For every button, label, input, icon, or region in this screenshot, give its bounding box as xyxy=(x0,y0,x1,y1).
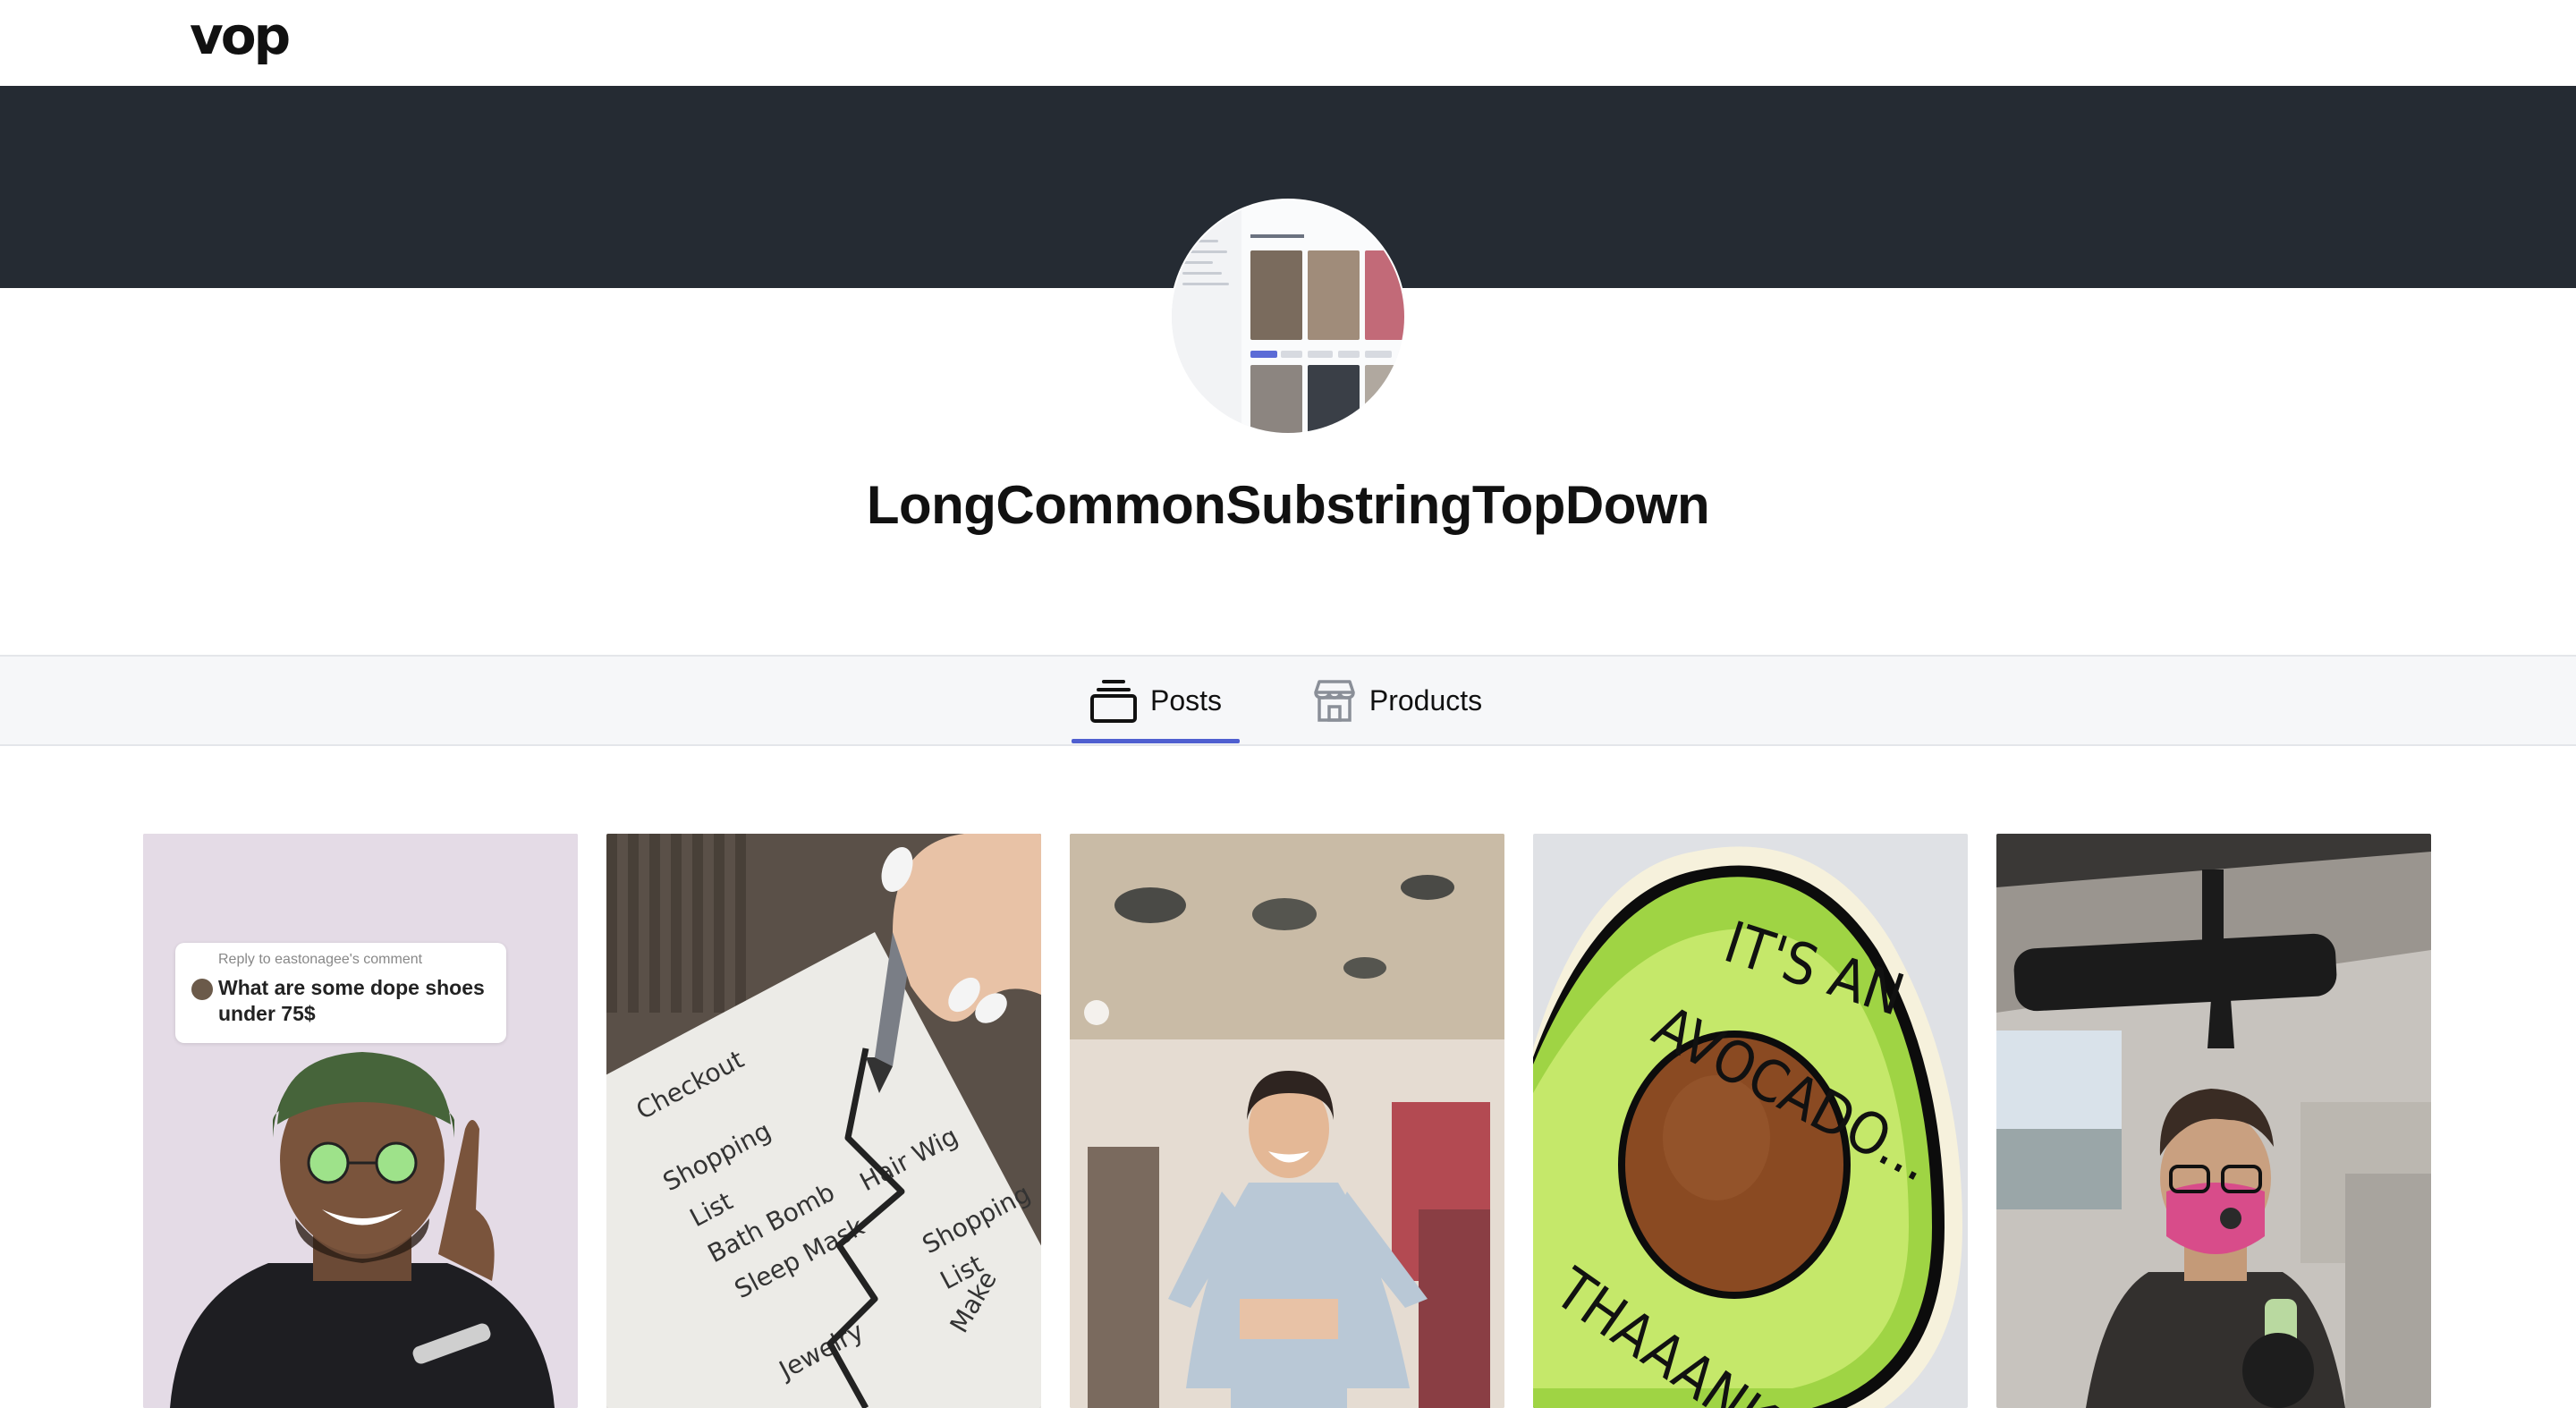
commenter-avatar xyxy=(191,979,213,1000)
vop-logo[interactable]: vop xyxy=(190,5,324,77)
tab-products[interactable]: Products xyxy=(1299,657,1496,744)
stack-icon xyxy=(1089,680,1137,723)
active-tab-indicator xyxy=(1072,739,1240,743)
post-thumbnail-dancing-woman xyxy=(1070,834,1504,1408)
reply-question: What are some dope shoes under 75$ xyxy=(218,976,485,1025)
post-thumbnail-man-beanie xyxy=(143,834,578,1408)
tab-products-label: Products xyxy=(1368,683,1483,717)
post-thumbnail-woman-mask-car xyxy=(1996,834,2431,1408)
post-thumbnail-shopping-list: Checkout Shopping List Bath Bomb Sleep M… xyxy=(606,834,1041,1408)
top-navbar: vop xyxy=(0,0,2576,86)
tab-posts[interactable]: Posts xyxy=(1072,657,1240,744)
reply-caption: Reply to eastonagee's comment xyxy=(218,952,423,967)
tab-posts-label: Posts xyxy=(1149,683,1223,717)
svg-text:vop: vop xyxy=(190,5,289,66)
post-thumbnail-avocado-sticker: IT'S AN AVOCADO... THAAANKS xyxy=(1533,834,1968,1408)
profile-username: LongCommonSubstringTopDown xyxy=(866,475,1710,535)
post-card[interactable]: Checkout Shopping List Bath Bomb Sleep M… xyxy=(606,834,1041,1408)
reply-comment-bubble: Reply to eastonagee's comment What are s… xyxy=(175,943,506,1043)
post-card[interactable] xyxy=(1996,834,2431,1408)
storefront-icon xyxy=(1314,680,1355,722)
profile-tabbar: Posts Products xyxy=(0,655,2576,746)
post-card[interactable] xyxy=(1070,834,1504,1408)
post-card[interactable]: Reply to eastonagee's comment What are s… xyxy=(143,834,578,1408)
profile-avatar xyxy=(1172,200,1404,433)
post-card[interactable]: IT'S AN AVOCADO... THAAANKS xyxy=(1533,834,1968,1408)
posts-grid: Reply to eastonagee's comment What are s… xyxy=(143,834,2433,1408)
